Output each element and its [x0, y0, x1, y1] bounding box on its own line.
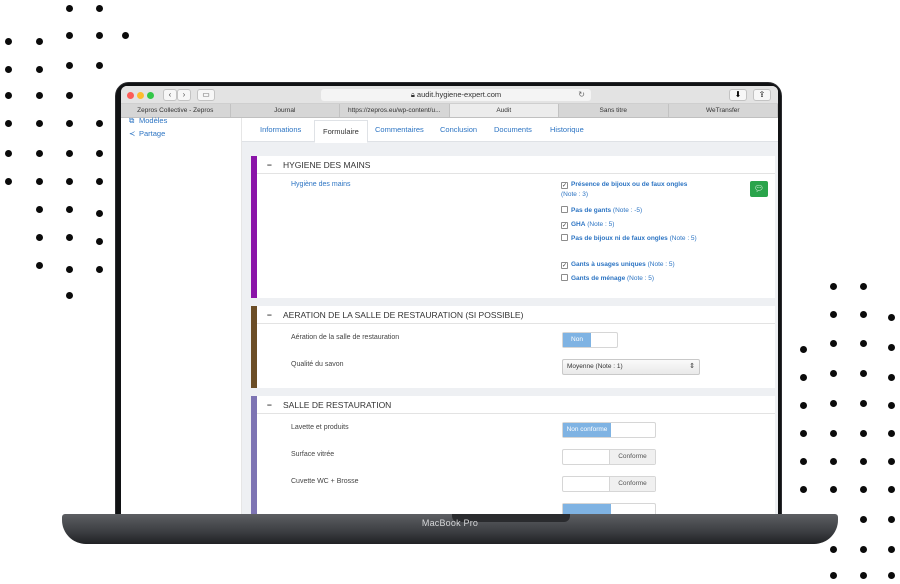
- option-note: (Note : 3): [561, 191, 589, 198]
- main-content: Informations Formulaire Commentaires Con…: [242, 118, 778, 514]
- question-label: Lavette et produits: [291, 424, 349, 431]
- option-name: GHA: [571, 221, 586, 228]
- address-bar-url: audit.hygiene-expert.com: [416, 90, 502, 99]
- laptop-brand-label: MacBook Pro: [421, 518, 479, 528]
- chevron-left-icon[interactable]: ‹: [163, 89, 177, 101]
- toggle-selected-value: [563, 504, 611, 514]
- address-bar[interactable]: 🔒︎ audit.hygiene-expert.com ↻: [321, 89, 591, 101]
- sidebar: ⧉ Modèles ≺ Partage: [121, 116, 242, 514]
- conformity-toggle[interactable]: [562, 503, 656, 514]
- toggle-selected-value: Non conforme: [563, 423, 611, 437]
- section-hygiene-des-mains: − HYGIENE DES MAINS Hygiène des mains ✓ Pr…: [251, 156, 775, 298]
- reload-icon[interactable]: ↻: [578, 89, 585, 101]
- sidebar-item-label: Partage: [139, 129, 166, 138]
- checkbox-icon[interactable]: ✓: [561, 182, 568, 189]
- option-checkbox[interactable]: ✓ Gants à usages uniques (Note : 5): [561, 260, 675, 270]
- option-name: Pas de bijoux ni de faux ongles: [571, 235, 668, 242]
- tab-informations[interactable]: Informations: [260, 118, 301, 142]
- conformity-toggle[interactable]: Conforme: [562, 449, 656, 465]
- section-salle-de-restauration: − SALLE DE RESTAURATION Lavette et produi…: [251, 396, 775, 514]
- yes-no-toggle[interactable]: Non: [562, 332, 618, 348]
- comment-icon[interactable]: 💬︎: [750, 181, 768, 197]
- browser-toolbar: ‹ › ▭ 🔒︎ audit.hygiene-expert.com ↻ ⬇ ⇪: [121, 86, 778, 104]
- sidebar-item-label: Modèles: [139, 116, 168, 125]
- option-note: (Note : 5): [627, 275, 655, 282]
- checkbox-icon[interactable]: [561, 274, 568, 281]
- sidebar-icon[interactable]: ▭: [197, 89, 215, 101]
- tab-formulaire[interactable]: Formulaire: [314, 120, 368, 143]
- templates-icon: ⧉: [129, 116, 135, 125]
- option-checkbox[interactable]: Gants de ménage (Note : 5): [561, 274, 654, 284]
- question-label: Hygiène des mains: [291, 181, 351, 188]
- tab-commentaires[interactable]: Commentaires: [375, 118, 424, 142]
- option-checkbox[interactable]: Pas de gants (Note : -5): [561, 206, 642, 216]
- tab-documents[interactable]: Documents: [494, 118, 532, 142]
- browser-tab-active[interactable]: Audit: [449, 104, 559, 117]
- collapse-icon[interactable]: −: [267, 306, 283, 324]
- option-note: (Note : 5): [587, 221, 615, 228]
- question-label: Cuvette WC + Brosse: [291, 478, 359, 485]
- toggle-selected-value: Non: [563, 333, 591, 347]
- sidebar-item-partage[interactable]: ≺ Partage: [129, 129, 165, 138]
- option-name: Gants à usages uniques: [571, 261, 646, 268]
- sidebar-item-modeles[interactable]: ⧉ Modèles: [129, 116, 167, 126]
- browser-tab[interactable]: https://zepros.eu/wp-content/u...: [340, 104, 450, 117]
- minimize-window-button[interactable]: [137, 92, 144, 99]
- option-name: Présence de bijoux ou de faux ongles: [571, 181, 688, 188]
- share-nodes-icon: ≺: [129, 129, 136, 138]
- browser-tab-bar: Zepros Collective - Zepros Journal https…: [121, 104, 778, 118]
- section-title: AERATION DE LA SALLE DE RESTAURATION (SI…: [283, 310, 524, 320]
- browser-tab[interactable]: Journal: [231, 104, 340, 117]
- collapse-icon[interactable]: −: [267, 396, 283, 414]
- chevron-right-icon[interactable]: ›: [177, 89, 191, 101]
- laptop-screen: ‹ › ▭ 🔒︎ audit.hygiene-expert.com ↻ ⬇ ⇪ …: [121, 86, 778, 514]
- section-title: SALLE DE RESTAURATION: [283, 400, 392, 410]
- option-checkbox[interactable]: ✓ Présence de bijoux ou de faux ongles (N…: [561, 180, 721, 200]
- conformity-toggle[interactable]: Conforme: [562, 476, 656, 492]
- checkbox-icon[interactable]: [561, 234, 568, 241]
- close-window-button[interactable]: [127, 92, 134, 99]
- section-color-bar: [251, 156, 257, 298]
- section-header[interactable]: − AERATION DE LA SALLE DE RESTAURATION (S…: [257, 306, 775, 324]
- tab-conclusion[interactable]: Conclusion: [440, 118, 477, 142]
- checkbox-icon[interactable]: ✓: [561, 222, 568, 229]
- option-checkbox[interactable]: ✓ GHA (Note : 5): [561, 220, 614, 230]
- option-note: (Note : 5): [647, 261, 675, 268]
- question-label: Aération de la salle de restauration: [291, 334, 400, 341]
- option-name: Pas de gants: [571, 207, 612, 214]
- soap-quality-select[interactable]: Moyenne (Note : 1) ⇕: [562, 359, 700, 375]
- collapse-icon[interactable]: −: [267, 156, 283, 174]
- audit-tabs: Informations Formulaire Commentaires Con…: [242, 118, 778, 143]
- section-aeration: − AERATION DE LA SALLE DE RESTAURATION (S…: [251, 306, 775, 388]
- option-note: (Note : 5): [669, 235, 697, 242]
- checkbox-icon[interactable]: [561, 206, 568, 213]
- select-value: Moyenne (Note : 1): [567, 363, 623, 370]
- option-checkbox[interactable]: Pas de bijoux ni de faux ongles (Note : …: [561, 234, 711, 244]
- browser-tab[interactable]: WeTransfer: [669, 104, 778, 117]
- option-name: Gants de ménage: [571, 275, 626, 282]
- toggle-option: Conforme: [609, 477, 655, 491]
- question-label: Qualité du savon: [291, 361, 344, 368]
- section-title: HYGIENE DES MAINS: [283, 160, 371, 170]
- toggle-option: Conforme: [609, 450, 655, 464]
- section-header[interactable]: − SALLE DE RESTAURATION: [257, 396, 775, 414]
- chevron-updown-icon: ⇕: [689, 363, 695, 370]
- download-icon[interactable]: ⬇: [729, 89, 747, 101]
- checkbox-icon[interactable]: ✓: [561, 262, 568, 269]
- option-note: (Note : -5): [612, 207, 643, 214]
- browser-tab[interactable]: Sans titre: [559, 104, 669, 117]
- conformity-toggle[interactable]: Non conforme: [562, 422, 656, 438]
- question-label: Surface vitrée: [291, 451, 335, 458]
- zoom-window-button[interactable]: [147, 92, 154, 99]
- tab-historique[interactable]: Historique: [550, 118, 584, 142]
- section-header[interactable]: − HYGIENE DES MAINS: [257, 156, 775, 174]
- share-icon[interactable]: ⇪: [753, 89, 771, 101]
